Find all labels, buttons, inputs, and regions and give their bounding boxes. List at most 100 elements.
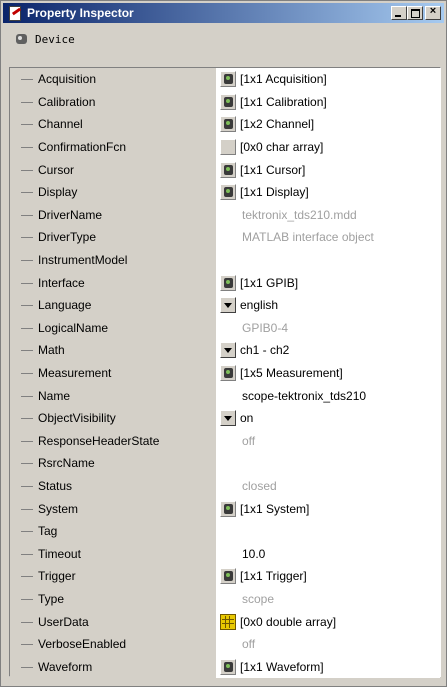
property-row[interactable]: Math ch1 - ch2 <box>10 339 440 362</box>
property-row[interactable]: VerboseEnabled off <box>10 633 440 656</box>
dropdown-icon[interactable] <box>220 410 236 427</box>
property-value-cell[interactable]: 10.0 <box>216 542 440 566</box>
property-name-cell[interactable]: ConfirmationFcn <box>10 135 216 159</box>
property-value-cell[interactable]: ch1 - ch2 <box>216 339 440 362</box>
property-value[interactable]: [1x1 Trigger] <box>240 569 307 583</box>
property-value[interactable]: scope-tektronix_tds210 <box>242 389 366 403</box>
property-row[interactable]: Channel [1x2 Channel] <box>10 113 440 136</box>
property-name-cell[interactable]: InstrumentModel <box>10 248 216 272</box>
property-value[interactable]: [1x5 Measurement] <box>240 366 343 380</box>
object-icon[interactable] <box>220 274 236 291</box>
property-name-cell[interactable]: Display <box>10 181 216 204</box>
property-value-cell[interactable]: scope-tektronix_tds210 <box>216 384 440 407</box>
property-value-cell[interactable]: [1x1 Waveform] <box>216 655 440 679</box>
property-value[interactable]: [1x1 GPIB] <box>240 276 298 290</box>
property-row[interactable]: Timeout 10.0 <box>10 542 440 566</box>
property-name-cell[interactable]: Acquisition <box>10 68 216 91</box>
property-name-cell[interactable]: Interface <box>10 271 216 294</box>
object-icon[interactable] <box>220 71 236 88</box>
property-name-cell[interactable]: Tag <box>10 520 216 543</box>
property-row[interactable]: Measurement [1x5 Measurement] <box>10 361 440 385</box>
property-value-cell[interactable]: [1x1 Cursor] <box>216 158 440 181</box>
property-name-cell[interactable]: RsrcName <box>10 452 216 475</box>
property-value[interactable]: ch1 - ch2 <box>240 343 289 357</box>
property-name-cell[interactable]: Channel <box>10 113 216 136</box>
property-value-cell[interactable]: [1x1 Display] <box>216 181 440 204</box>
object-icon[interactable] <box>220 161 236 178</box>
property-value[interactable]: [1x1 Calibration] <box>240 95 327 109</box>
property-value-cell[interactable]: GPIB0-4 <box>216 316 440 340</box>
object-icon[interactable] <box>220 658 236 675</box>
property-row[interactable]: DriverName tektronix_tds210.mdd <box>10 203 440 227</box>
property-value[interactable]: [1x1 Acquisition] <box>240 72 327 86</box>
property-value-cell[interactable]: MATLAB interface object <box>216 226 440 249</box>
property-value-cell[interactable]: scope <box>216 587 440 611</box>
property-value-cell[interactable]: off <box>216 429 440 453</box>
property-value-cell[interactable] <box>216 248 440 272</box>
property-value-cell[interactable] <box>216 452 440 475</box>
property-name-cell[interactable]: VerboseEnabled <box>10 633 216 656</box>
object-icon[interactable] <box>220 93 236 110</box>
property-name-cell[interactable]: UserData <box>10 610 216 633</box>
maximize-button[interactable] <box>407 6 423 20</box>
property-row[interactable]: DriverType MATLAB interface object <box>10 226 440 249</box>
property-row[interactable]: Status closed <box>10 474 440 498</box>
property-row[interactable]: Cursor [1x1 Cursor] <box>10 158 440 181</box>
property-value-cell[interactable]: on <box>216 407 440 430</box>
property-row[interactable]: Name scope-tektronix_tds210 <box>10 384 440 407</box>
property-row[interactable]: Tag <box>10 520 440 543</box>
property-name-cell[interactable]: Waveform <box>10 655 216 679</box>
property-value[interactable]: [1x1 Waveform] <box>240 660 324 674</box>
close-button[interactable]: × <box>425 5 441 20</box>
property-name-cell[interactable]: Measurement <box>10 361 216 385</box>
property-name-cell[interactable]: LogicalName <box>10 316 216 340</box>
property-name-cell[interactable]: ResponseHeaderState <box>10 429 216 453</box>
property-row[interactable]: Interface [1x1 GPIB] <box>10 271 440 294</box>
property-value-cell[interactable]: [1x5 Measurement] <box>216 361 440 385</box>
property-row[interactable]: Language english <box>10 294 440 317</box>
property-value[interactable]: [1x1 Cursor] <box>240 163 305 177</box>
property-row[interactable]: Acquisition [1x1 Acquisition] <box>10 68 440 91</box>
property-value[interactable]: [1x1 Display] <box>240 185 309 199</box>
property-value[interactable]: [0x0 char array] <box>240 140 323 154</box>
property-value-cell[interactable]: [1x1 Trigger] <box>216 565 440 588</box>
property-row[interactable]: ConfirmationFcn [0x0 char array] <box>10 135 440 159</box>
property-name-cell[interactable]: Cursor <box>10 158 216 181</box>
property-value[interactable]: [1x2 Channel] <box>240 117 314 131</box>
property-value-cell[interactable]: tektronix_tds210.mdd <box>216 203 440 227</box>
minimize-button[interactable] <box>391 6 407 20</box>
property-value-cell[interactable]: [0x0 double array] <box>216 610 440 633</box>
property-name-cell[interactable]: Name <box>10 384 216 407</box>
property-name-cell[interactable]: Calibration <box>10 90 216 114</box>
object-icon[interactable] <box>220 568 236 585</box>
dropdown-icon[interactable] <box>220 342 236 359</box>
property-value[interactable]: 10.0 <box>242 547 265 561</box>
property-value[interactable]: [0x0 double array] <box>240 615 336 629</box>
property-value-cell[interactable]: [1x1 Calibration] <box>216 90 440 114</box>
property-value-cell[interactable]: [1x2 Channel] <box>216 113 440 136</box>
property-value-cell[interactable]: closed <box>216 474 440 498</box>
property-value-cell[interactable]: [1x1 Acquisition] <box>216 68 440 91</box>
property-row[interactable]: ObjectVisibility on <box>10 407 440 430</box>
property-value[interactable]: [1x1 System] <box>240 502 309 516</box>
property-value-cell[interactable]: [0x0 char array] <box>216 135 440 159</box>
property-row[interactable]: Trigger [1x1 Trigger] <box>10 565 440 588</box>
property-row[interactable]: System [1x1 System] <box>10 497 440 520</box>
property-row[interactable]: InstrumentModel <box>10 248 440 272</box>
property-row[interactable]: Type scope <box>10 587 440 611</box>
property-value-cell[interactable]: [1x1 GPIB] <box>216 271 440 294</box>
property-value-cell[interactable]: off <box>216 633 440 656</box>
property-value-cell[interactable]: english <box>216 294 440 317</box>
property-row[interactable]: ResponseHeaderState off <box>10 429 440 453</box>
matrix-icon[interactable] <box>220 613 236 630</box>
property-row[interactable]: Display [1x1 Display] <box>10 181 440 204</box>
property-value[interactable]: english <box>240 298 278 312</box>
blank-icon[interactable] <box>220 139 236 156</box>
property-row[interactable]: UserData [0x0 double array] <box>10 610 440 633</box>
property-name-cell[interactable]: DriverName <box>10 203 216 227</box>
dropdown-icon[interactable] <box>220 297 236 314</box>
property-name-cell[interactable]: DriverType <box>10 226 216 249</box>
property-name-cell[interactable]: Trigger <box>10 565 216 588</box>
object-icon[interactable] <box>220 500 236 517</box>
object-icon[interactable] <box>220 184 236 201</box>
